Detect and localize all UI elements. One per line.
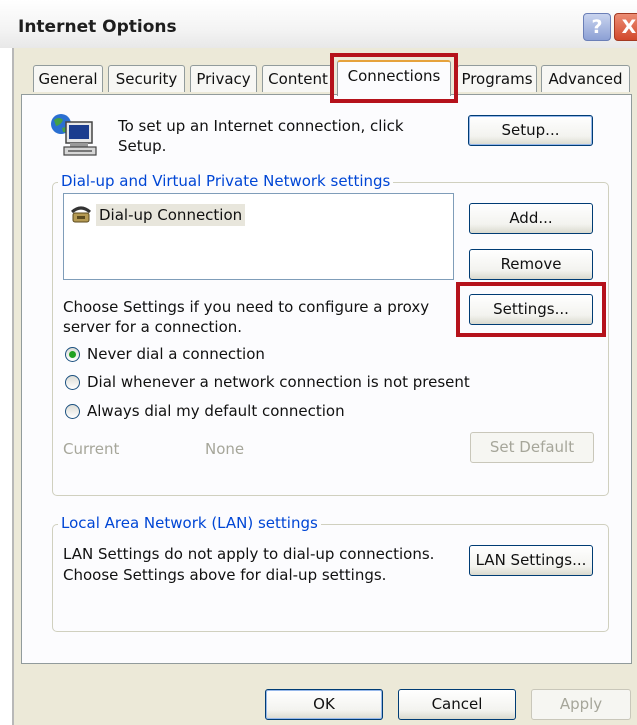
- cancel-button[interactable]: Cancel: [398, 689, 516, 720]
- current-connection-label: Current: [63, 440, 120, 458]
- dialup-connection-icon: [71, 206, 91, 223]
- radio-button[interactable]: [65, 404, 80, 419]
- settings-button-highlight: [456, 282, 606, 337]
- setup-description-line2: Setup.: [118, 137, 167, 155]
- lan-description-line1: LAN Settings do not apply to dial-up con…: [63, 545, 435, 563]
- current-connection-value: None: [205, 440, 245, 458]
- setup-button[interactable]: Setup...: [468, 115, 593, 146]
- dialup-connection-name: Dial-up Connection: [96, 204, 246, 226]
- setup-description-line1: To set up an Internet connection, click: [118, 117, 404, 135]
- tab-privacy[interactable]: Privacy: [190, 65, 257, 92]
- window-title: Internet Options: [18, 17, 177, 37]
- network-computer-icon: [51, 114, 97, 156]
- tab-general[interactable]: General: [33, 65, 103, 92]
- internet-options-window: Internet Options ? X General Security Pr…: [0, 0, 637, 725]
- dialup-connection-list[interactable]: Dial-up Connection: [63, 193, 454, 280]
- add-button[interactable]: Add...: [469, 203, 593, 234]
- lan-description-line2: Choose Settings above for dial-up settin…: [63, 566, 387, 584]
- dialup-vpn-group-legend: Dial-up and Virtual Private Network sett…: [58, 172, 394, 190]
- remove-button[interactable]: Remove: [469, 249, 593, 280]
- help-icon: ?: [591, 16, 603, 38]
- lan-settings-group-legend: Local Area Network (LAN) settings: [58, 514, 321, 532]
- tab-content[interactable]: Content: [262, 65, 334, 92]
- tab-security[interactable]: Security: [108, 65, 185, 92]
- close-icon: X: [621, 16, 637, 38]
- title-bar[interactable]: Internet Options ? X: [0, 0, 637, 48]
- proxy-settings-description-line1: Choose Settings if you need to configure…: [63, 298, 430, 316]
- connections-tab-highlight: [330, 53, 458, 103]
- radio-button-selected[interactable]: [65, 347, 80, 362]
- lan-settings-button[interactable]: LAN Settings...: [469, 545, 593, 576]
- radio-never-dial-label: Never dial a connection: [87, 345, 265, 363]
- help-button[interactable]: ?: [583, 13, 611, 41]
- apply-button[interactable]: Apply: [531, 689, 631, 720]
- set-default-button[interactable]: Set Default: [470, 432, 594, 463]
- close-button[interactable]: X: [614, 13, 637, 41]
- radio-always-dial-label: Always dial my default connection: [87, 402, 345, 420]
- ok-button[interactable]: OK: [265, 689, 383, 720]
- radio-button[interactable]: [65, 375, 80, 390]
- radio-dial-whenever-label: Dial whenever a network connection is no…: [87, 373, 470, 391]
- tab-programs[interactable]: Programs: [457, 65, 537, 92]
- proxy-settings-description-line2: server for a connection.: [63, 318, 243, 336]
- tab-advanced[interactable]: Advanced: [541, 65, 630, 92]
